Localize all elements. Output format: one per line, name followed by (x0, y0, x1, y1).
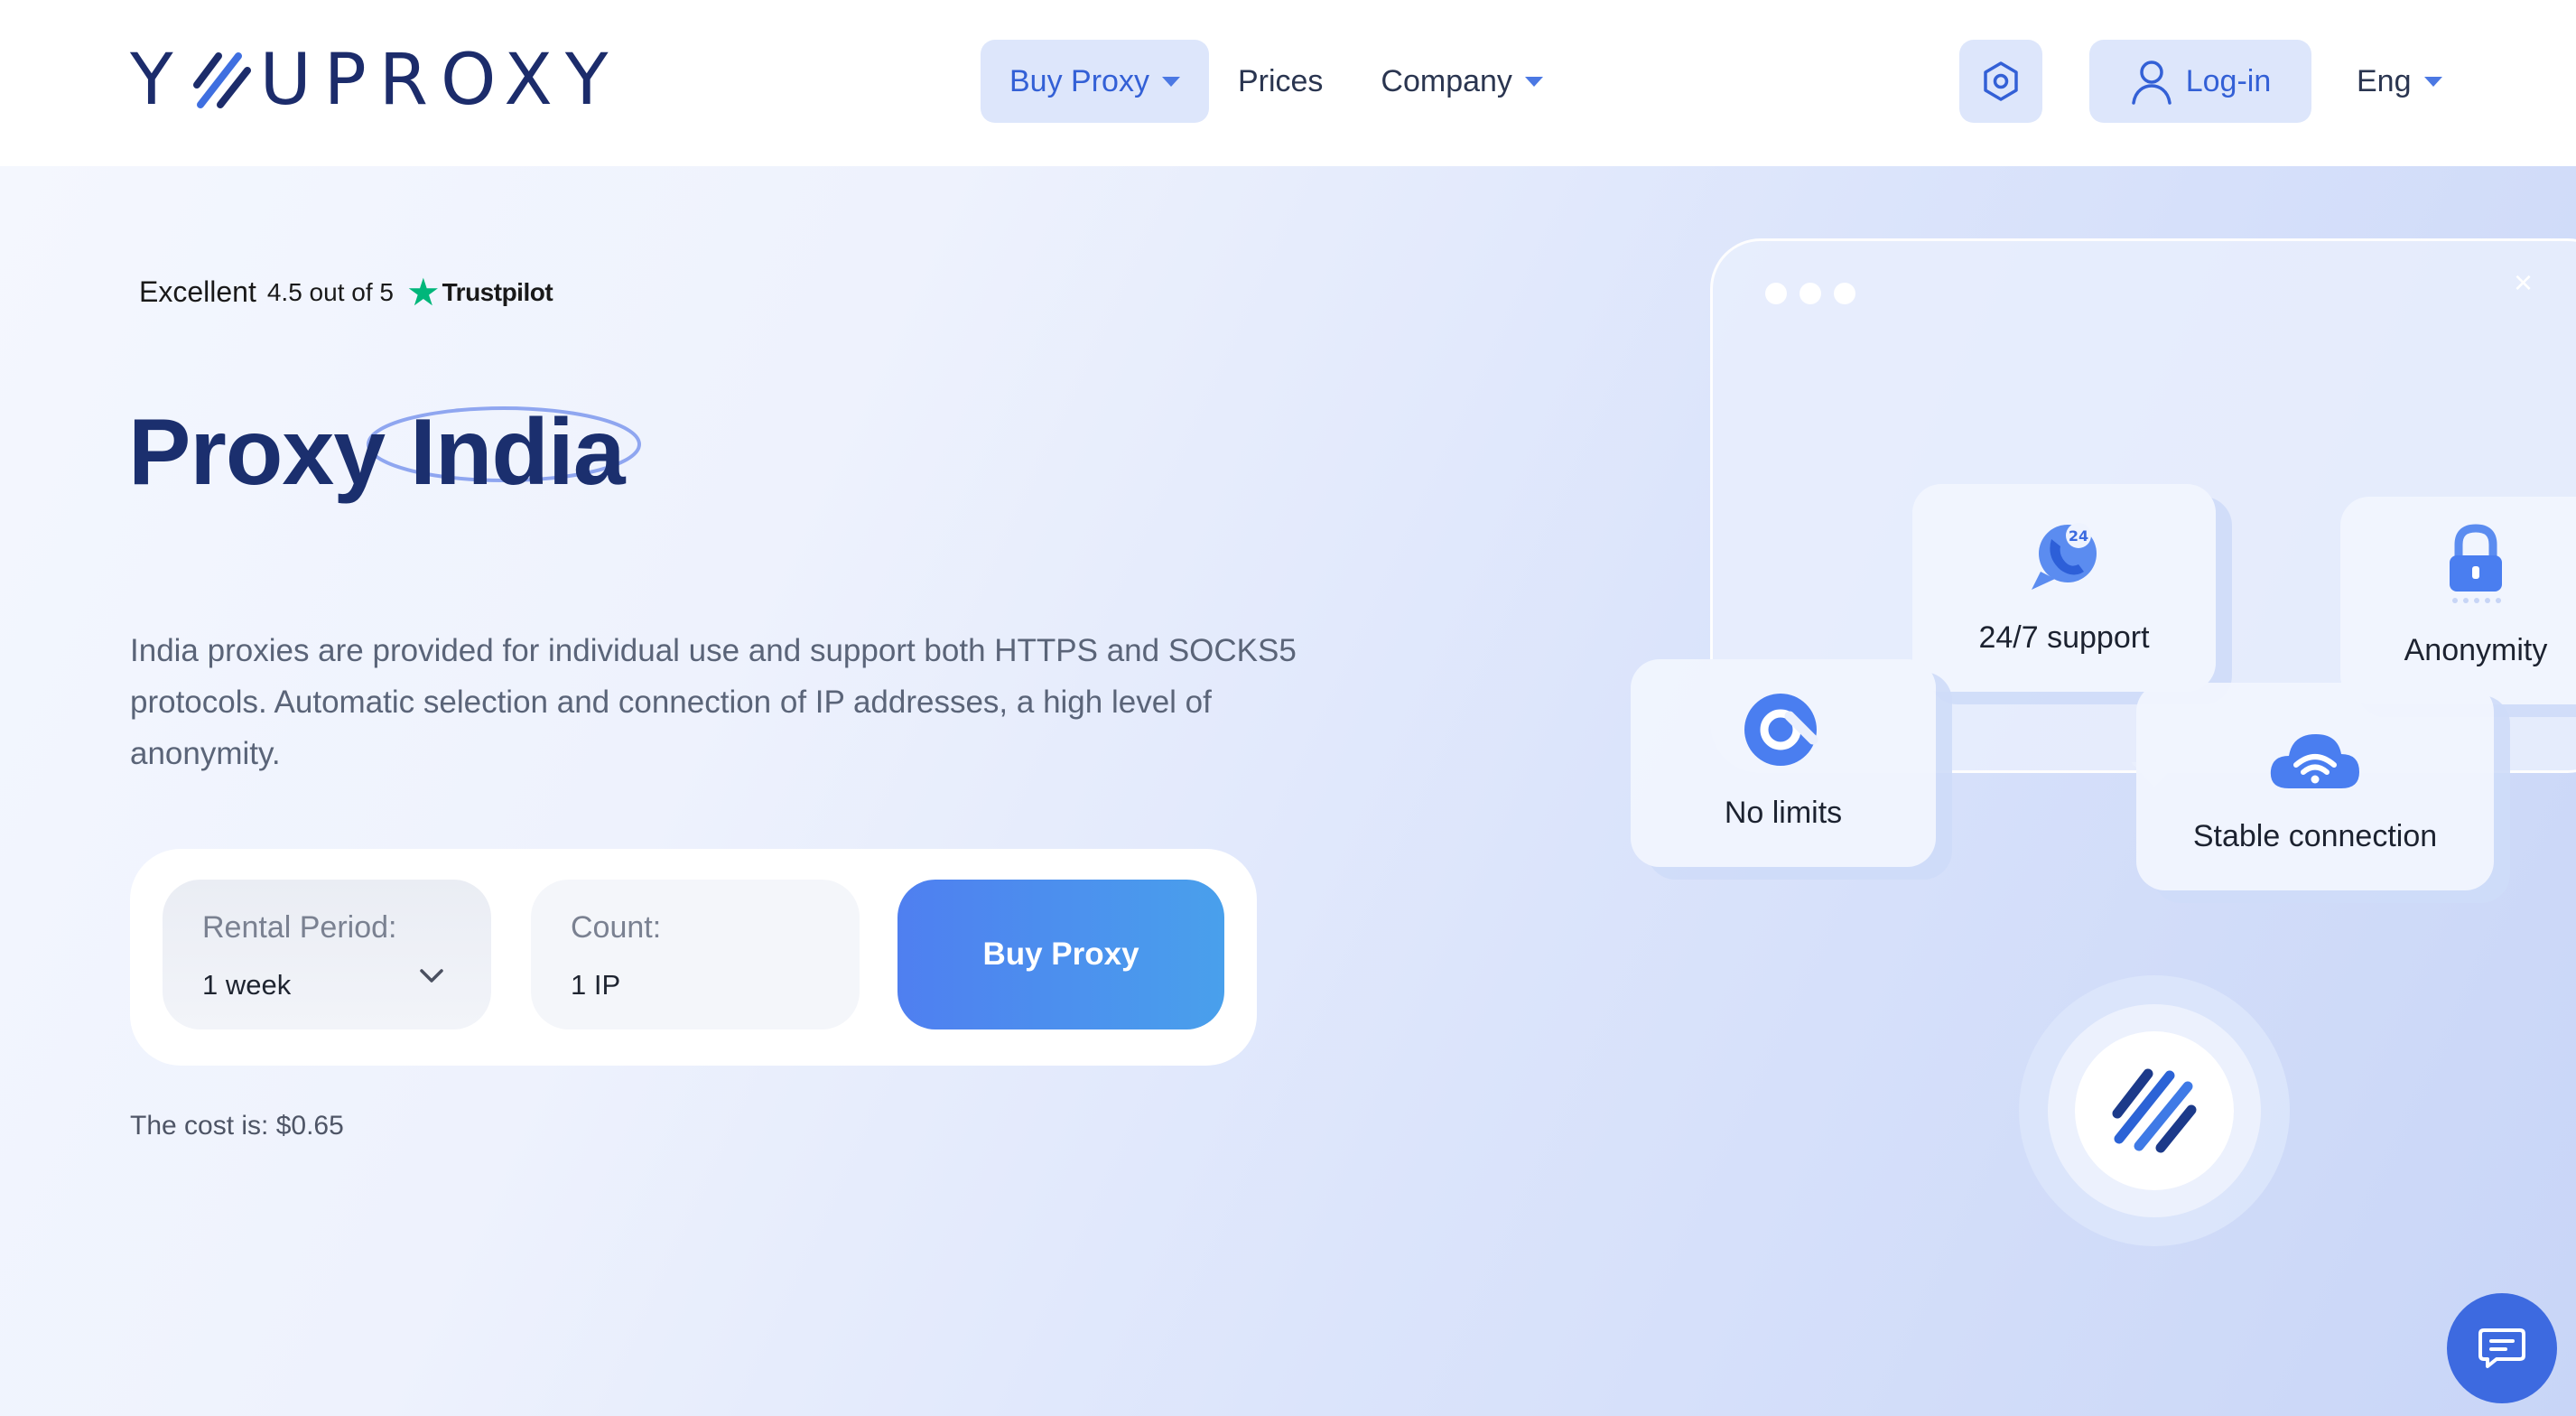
logo-badge (2075, 1031, 2234, 1190)
rental-period-value: 1 week (202, 969, 292, 1001)
main-nav: Buy Proxy Prices Company (981, 40, 1572, 123)
order-form: Rental Period: 1 week Count: 1 IP Buy Pr… (130, 849, 1257, 1066)
feature-support-label: 24/7 support (1978, 620, 2150, 655)
hexagon-settings-icon (1984, 61, 2018, 101)
chat-icon (2478, 1328, 2525, 1368)
infinity-arrow-icon (1744, 694, 1818, 766)
hero-description: India proxies are provided for individua… (130, 633, 1297, 771)
feature-stable-label: Stable connection (2192, 819, 2438, 853)
logo-stripes-icon (192, 52, 251, 108)
window-dot (1799, 283, 1821, 304)
nav-buy-proxy-label: Buy Proxy (1009, 63, 1149, 98)
trustpilot-star-icon: ★ (405, 270, 441, 313)
trustpilot-rating-word: Excellent (139, 275, 256, 308)
logo-text-right: UPROXY (259, 40, 621, 121)
title-part-proxy: Proxy (128, 400, 386, 505)
nav-company-label: Company (1381, 63, 1512, 98)
trustpilot-widget[interactable]: Excellent 4.5 out of 5 ★ Trustpilot (139, 270, 553, 313)
chevron-down-icon (420, 969, 443, 983)
language-label: Eng (2357, 63, 2412, 98)
nav-company[interactable]: Company (1352, 40, 1572, 123)
cloud-wifi-icon (2270, 734, 2359, 788)
close-icon: × (2514, 264, 2534, 301)
feature-card-anonymity: Anonymity (2340, 497, 2576, 704)
feature-card-support: 24 24/7 support (1912, 484, 2216, 692)
caret-down-icon (1524, 76, 1543, 87)
count-value: 1 IP (571, 969, 621, 1001)
count-input[interactable]: Count: 1 IP (531, 880, 860, 1029)
chat-button[interactable] (2447, 1293, 2557, 1403)
trustpilot-score: 4.5 out of 5 (266, 277, 394, 306)
support-badge: 24 (2069, 527, 2088, 545)
nav-buy-proxy[interactable]: Buy Proxy (981, 40, 1209, 123)
trustpilot-brand: Trustpilot (442, 277, 553, 306)
nav-prices[interactable]: Prices (1209, 40, 1352, 123)
feature-no-limits-label: No limits (1724, 796, 1843, 830)
feature-card-stable: Stable connection (2136, 683, 2494, 890)
lock-icon (2450, 524, 2502, 603)
settings-button[interactable] (1959, 40, 2042, 123)
youproxy-logo[interactable]: Y UPROXY (130, 43, 620, 117)
window-dot (1834, 283, 1855, 304)
language-selector[interactable]: Eng (2357, 40, 2442, 123)
count-label: Count: (571, 910, 662, 945)
buy-proxy-button[interactable]: Buy Proxy (897, 880, 1224, 1029)
login-button[interactable]: Log-in (2089, 40, 2311, 123)
rental-period-label: Rental Period: (202, 910, 397, 945)
login-label: Log-in (2185, 63, 2272, 98)
feature-anonymity-label: Anonymity (2404, 633, 2548, 667)
feature-card-no-limits: No limits (1631, 659, 1936, 867)
title-part-country: India (409, 400, 626, 505)
logo-stripes-icon (2112, 1068, 2197, 1153)
logo-text-left: Y (130, 40, 186, 121)
caret-down-icon (1161, 76, 1180, 87)
window-dot (1765, 283, 1787, 304)
nav-prices-label: Prices (1237, 63, 1324, 98)
caret-down-icon (2423, 76, 2442, 87)
user-icon (2131, 61, 2171, 105)
page-title: Proxy India (128, 399, 626, 507)
support-24-icon: 24 (2032, 523, 2097, 590)
rental-period-select[interactable]: Rental Period: 1 week (163, 880, 491, 1029)
site-header: Y UPROXY Buy Proxy Prices Company Log-in… (0, 0, 2576, 166)
cost-text: The cost is: $0.65 (130, 1111, 344, 1141)
